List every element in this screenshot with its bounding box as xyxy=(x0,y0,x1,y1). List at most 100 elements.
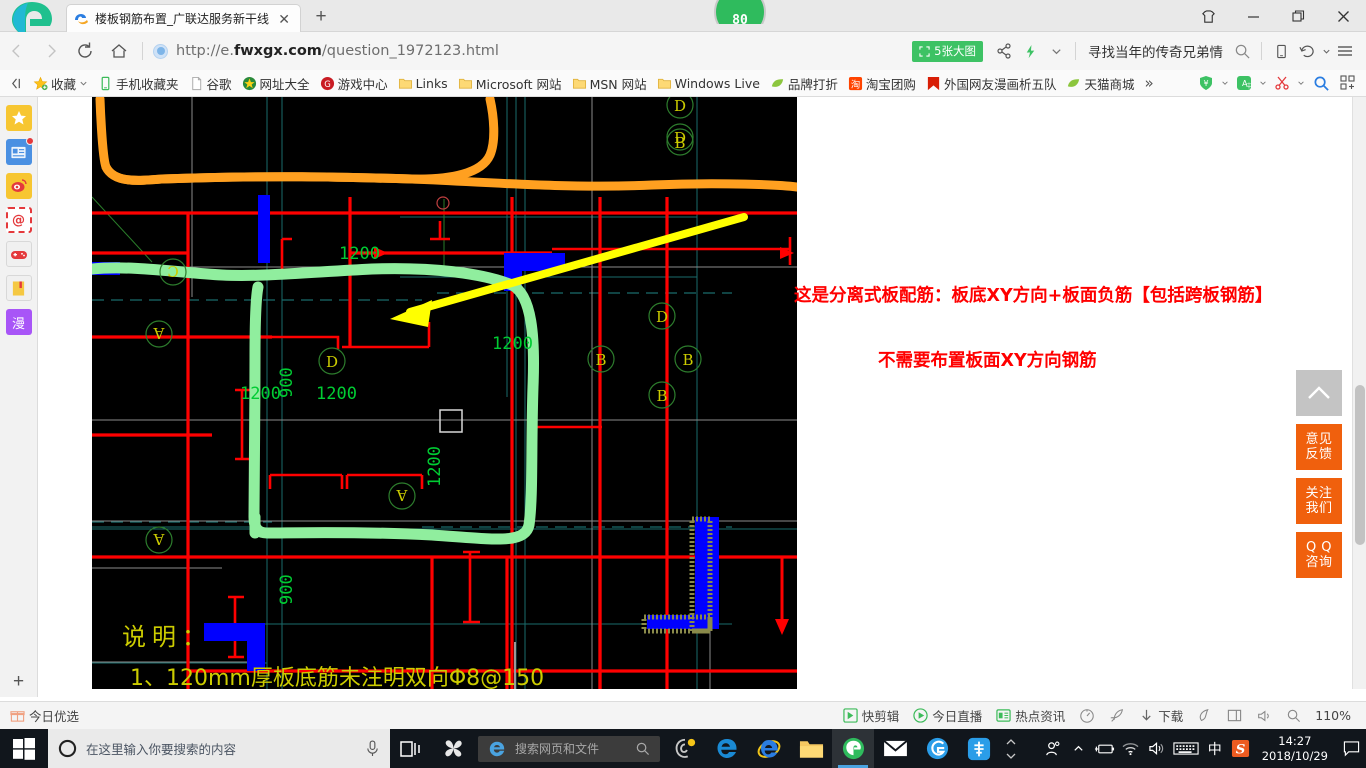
sound-icon[interactable] xyxy=(1249,708,1279,724)
menu-icon[interactable] xyxy=(1332,36,1358,66)
bookmark-item-10[interactable]: 淘 淘宝团购 xyxy=(843,72,921,94)
ime-mode-label[interactable]: 中 xyxy=(1202,739,1228,759)
mail-icon[interactable]: @ xyxy=(5,207,32,233)
vertical-scroll-thumb[interactable] xyxy=(1355,385,1365,545)
page-vertical-scrollbar[interactable] xyxy=(1352,97,1366,689)
screenshot-dropdown-icon[interactable] xyxy=(1295,72,1307,94)
wifi-icon[interactable] xyxy=(1118,729,1144,768)
microphone-icon[interactable] xyxy=(365,740,380,757)
bookmark-item-11[interactable]: 外国网友漫画析五队 xyxy=(921,72,1062,94)
share-icon[interactable] xyxy=(991,36,1017,66)
search-magnifier-icon[interactable] xyxy=(1309,72,1334,94)
skin-button[interactable] xyxy=(1186,0,1231,32)
hot-search-text[interactable]: 寻找当年的传奇兄弟情 xyxy=(1082,41,1229,61)
qq-consult-button[interactable]: Q Q 咨询 xyxy=(1296,532,1342,578)
taskbar-browser-search[interactable]: 搜索网页和文件 xyxy=(478,735,660,762)
site-info-icon[interactable] xyxy=(153,43,168,59)
back-to-top-button[interactable] xyxy=(1296,370,1342,416)
bookmark-item-1[interactable]: 手机收藏夹 xyxy=(93,72,184,94)
live-today-button[interactable]: 今日直播 xyxy=(906,706,989,725)
forward-button[interactable] xyxy=(34,36,68,66)
today-deals-button[interactable]: 今日优选 xyxy=(0,706,86,725)
chevron-down-icon[interactable] xyxy=(79,79,88,88)
lightning-icon[interactable] xyxy=(1017,36,1043,66)
show-hidden-icons-button[interactable] xyxy=(1066,729,1092,768)
zoom-level-label[interactable]: 110% xyxy=(1308,708,1358,723)
wallet-dropdown-icon[interactable] xyxy=(1219,72,1231,94)
translate-dropdown-icon[interactable] xyxy=(1257,72,1269,94)
taskbar-overflow-arrows[interactable] xyxy=(1000,729,1022,768)
security-score-badge[interactable]: 80 xyxy=(714,0,766,24)
close-button[interactable] xyxy=(1321,0,1366,32)
browser-tab[interactable]: 楼板钢筋布置_广联达服务新干线 ✕ xyxy=(66,4,301,32)
big-picture-button[interactable]: 5张大图 xyxy=(912,40,983,62)
bookmark-item-5[interactable]: Links xyxy=(393,72,453,94)
news-icon[interactable] xyxy=(5,137,34,165)
bookmark-item-12[interactable]: 天猫商城 xyxy=(1061,72,1139,94)
rocket-boost-icon[interactable] xyxy=(1102,708,1132,724)
favorites-icon[interactable] xyxy=(5,105,32,131)
home-button[interactable] xyxy=(102,36,136,66)
download-button[interactable]: 下载 xyxy=(1132,706,1190,725)
taskbar-app-pinwheel[interactable] xyxy=(432,729,474,768)
weibo-icon[interactable] xyxy=(5,173,32,199)
new-tab-button[interactable]: + xyxy=(308,5,334,29)
mobile-view-icon[interactable] xyxy=(1268,36,1294,66)
start-button[interactable] xyxy=(0,729,48,768)
hot-news-button[interactable]: 热点资讯 xyxy=(989,706,1072,725)
history-dropdown-icon[interactable] xyxy=(1320,36,1332,66)
maximize-button[interactable] xyxy=(1276,0,1321,32)
action-center-button[interactable] xyxy=(1336,729,1366,768)
speed-test-icon[interactable] xyxy=(1072,708,1102,724)
bookmark-item-6[interactable]: Microsoft 网站 xyxy=(453,72,567,94)
bookmark-item-9[interactable]: 品牌打折 xyxy=(765,72,843,94)
address-bar[interactable]: http://e.fwxgx.com/question_1972123.html xyxy=(149,36,913,66)
tab-close-icon[interactable]: ✕ xyxy=(274,12,294,26)
search-icon[interactable] xyxy=(1229,36,1255,66)
bookmarks-overflow-button[interactable]: » xyxy=(1139,72,1158,94)
back-button[interactable] xyxy=(0,36,34,66)
bookmark-item-0[interactable]: 收藏 xyxy=(28,72,93,94)
task-view-button[interactable] xyxy=(390,729,432,768)
taskbar-app-edge[interactable] xyxy=(706,729,748,768)
game-icon[interactable] xyxy=(5,241,32,267)
bookmark-item-4[interactable]: G 游戏中心 xyxy=(315,72,393,94)
translate-icon[interactable]: A中 xyxy=(1233,72,1255,94)
taskbar-app-ie[interactable] xyxy=(748,729,790,768)
reload-button[interactable] xyxy=(68,36,102,66)
chevron-down-icon[interactable] xyxy=(1043,36,1069,66)
quick-clip-button[interactable]: 快剪辑 xyxy=(836,706,907,725)
apps-grid-icon[interactable] xyxy=(1336,72,1360,94)
sogou-input-icon[interactable]: S xyxy=(1228,729,1254,768)
rail-add-button[interactable]: + xyxy=(13,672,24,691)
taskbar-app-mail[interactable] xyxy=(874,729,916,768)
volume-icon[interactable] xyxy=(1144,729,1170,768)
battery-icon[interactable] xyxy=(1092,729,1118,768)
shield-protect-icon[interactable] xyxy=(1190,708,1220,724)
taskbar-app-360browser[interactable] xyxy=(832,729,874,768)
taskbar-clock[interactable]: 14:27 2018/10/29 xyxy=(1254,734,1336,764)
taskbar-app-gluten[interactable] xyxy=(916,729,958,768)
taskbar-app-cortana-bell[interactable] xyxy=(664,729,706,768)
taskbar-app-explorer[interactable] xyxy=(790,729,832,768)
history-undo-icon[interactable] xyxy=(1294,36,1320,66)
book-icon[interactable] xyxy=(5,275,32,301)
follow-us-button[interactable]: 关注 我们 xyxy=(1296,478,1342,524)
screenshot-scissors-icon[interactable] xyxy=(1271,72,1293,94)
bookmark-item-2[interactable]: 谷歌 xyxy=(184,72,237,94)
feedback-button[interactable]: 意见 反馈 xyxy=(1296,424,1342,470)
minimize-button[interactable] xyxy=(1231,0,1276,32)
search-icon[interactable] xyxy=(635,741,650,756)
bookmark-item-8[interactable]: Windows Live xyxy=(652,72,765,94)
people-icon[interactable] xyxy=(1040,729,1066,768)
taskbar-app-blue[interactable] xyxy=(958,729,1000,768)
wallet-icon[interactable]: ¥ xyxy=(1195,72,1217,94)
taskbar-search-box[interactable]: 在这里输入你要搜索的内容 xyxy=(48,729,390,768)
bookmarks-nav-left[interactable] xyxy=(0,72,28,94)
split-screen-icon[interactable] xyxy=(1220,708,1249,723)
manga-icon[interactable]: 漫 xyxy=(5,309,32,335)
zoom-search-icon[interactable] xyxy=(1279,708,1308,723)
bookmark-item-3[interactable]: 网址大全 xyxy=(237,72,315,94)
bookmark-item-7[interactable]: MSN 网站 xyxy=(567,72,652,94)
keyboard-icon[interactable] xyxy=(1170,729,1202,768)
